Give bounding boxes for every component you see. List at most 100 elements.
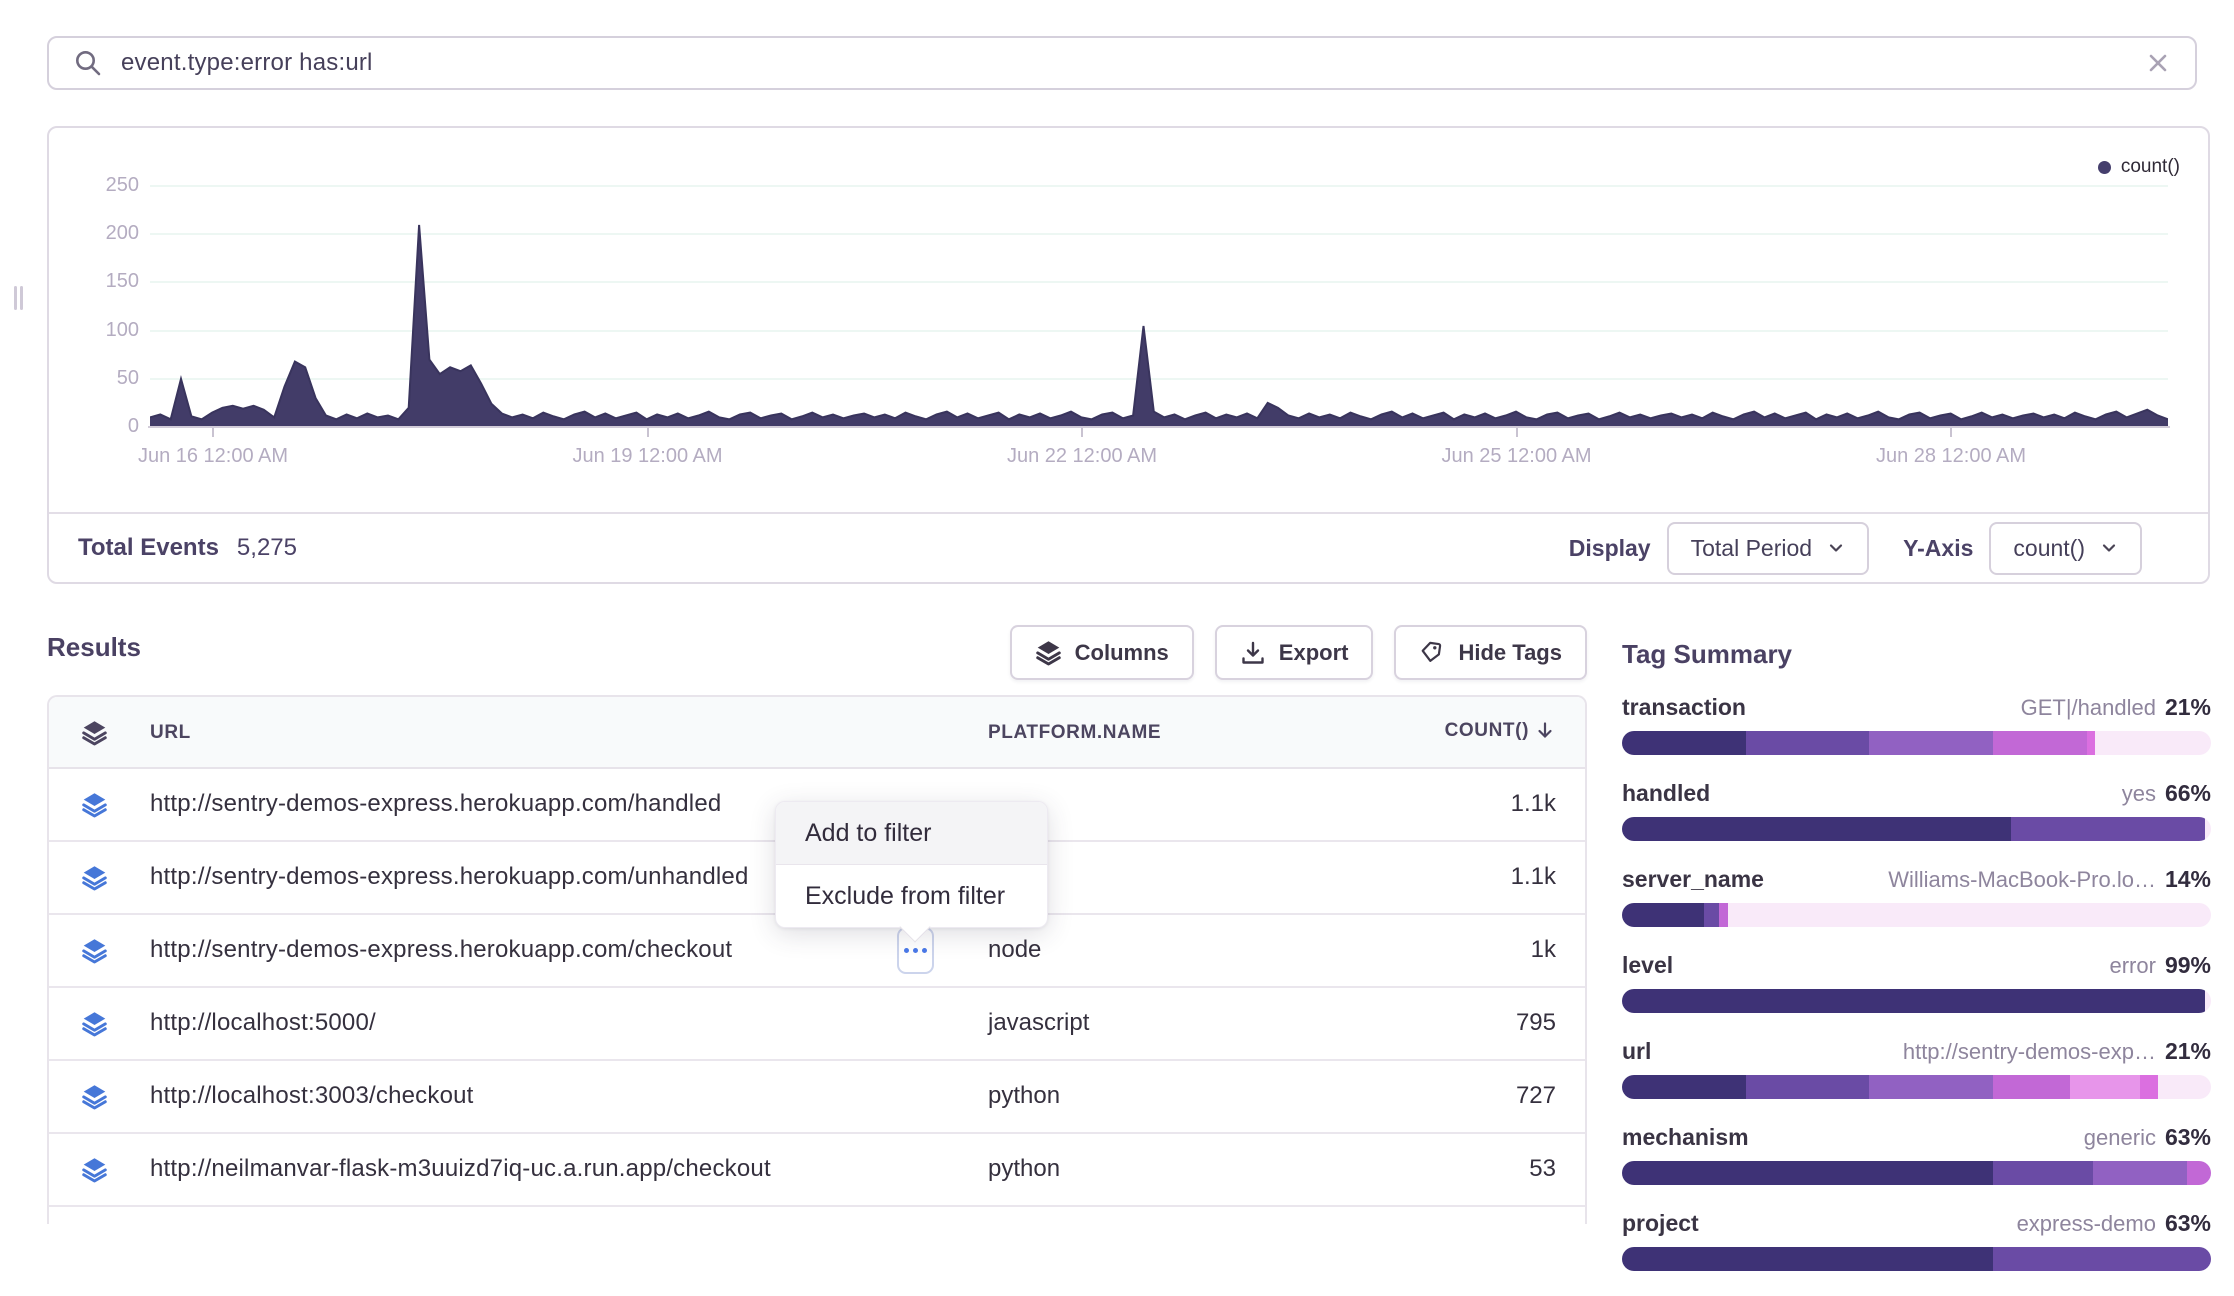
- tag-bar-segment[interactable]: [2205, 989, 2211, 1013]
- platform-cell[interactable]: python: [988, 1155, 1060, 1183]
- tag-bar-segment[interactable]: [2187, 1161, 2211, 1185]
- count-cell[interactable]: 727: [1516, 1082, 1556, 1110]
- menu-item-add-to-filter[interactable]: Add to filter: [776, 802, 1047, 864]
- x-axis-line: [148, 426, 2170, 428]
- tag-bar-segment[interactable]: [1622, 731, 1746, 755]
- url-cell[interactable]: http://neilmanvar-flask-m3uuizd7iq-uc.a.…: [150, 1155, 771, 1183]
- platform-cell[interactable]: python: [988, 1082, 1060, 1110]
- y-axis-tick-label: 200: [55, 222, 139, 245]
- tag-distribution-bar[interactable]: [1622, 1075, 2211, 1099]
- search-input[interactable]: event.type:error has:url: [121, 49, 2145, 77]
- x-axis-tick: [1081, 428, 1083, 437]
- tag-bar-segment[interactable]: [1622, 1075, 1746, 1099]
- tag-distribution-bar[interactable]: [1622, 903, 2211, 927]
- tag-distribution-bar[interactable]: [1622, 817, 2211, 841]
- total-events-label: Total Events: [78, 534, 219, 562]
- stack-icon: [81, 791, 108, 818]
- hide-tags-button[interactable]: Hide Tags: [1394, 625, 1587, 680]
- tag-bar-segment[interactable]: [1993, 1247, 2211, 1271]
- column-header-platform[interactable]: PLATFORM.NAME: [988, 722, 1161, 744]
- tag-bar-segment[interactable]: [1622, 903, 1704, 927]
- tag-bar-segment[interactable]: [1869, 1075, 1993, 1099]
- tag-name: server_name: [1622, 866, 1764, 893]
- x-axis-tick: [1516, 428, 1518, 437]
- url-cell[interactable]: http://sentry-demos-express.herokuapp.co…: [150, 863, 749, 891]
- y-axis-tick-label: 250: [55, 174, 139, 197]
- tag-bar-segment[interactable]: [2158, 1075, 2211, 1099]
- tag-top-value: http://sentry-demos-exp…: [1903, 1039, 2156, 1065]
- tag-bar-segment[interactable]: [1993, 731, 2087, 755]
- tag-bar-segment[interactable]: [2095, 731, 2211, 755]
- column-header-url[interactable]: URL: [150, 722, 191, 744]
- tag-top-value: error: [2110, 953, 2156, 979]
- y-axis-tick-label: 50: [55, 367, 139, 390]
- url-cell[interactable]: http://localhost:3003/checkout: [150, 1082, 474, 1110]
- tag-bar-segment[interactable]: [2205, 817, 2211, 841]
- tag-bar-segment[interactable]: [1869, 731, 1993, 755]
- count-cell[interactable]: 795: [1516, 1009, 1556, 1037]
- tag-name: level: [1622, 952, 1673, 979]
- tag-icon: [1419, 640, 1445, 666]
- panel-resize-handle[interactable]: [14, 286, 23, 310]
- tag-group-transaction: transactionGET|/handled21%: [1622, 694, 2211, 755]
- tag-bar-segment[interactable]: [2087, 731, 2095, 755]
- tag-group-server_name: server_nameWilliams-MacBook-Pro.lo…14%: [1622, 866, 2211, 927]
- x-axis-tick-label: Jun 28 12:00 AM: [1876, 445, 2026, 468]
- tag-distribution-bar[interactable]: [1622, 989, 2211, 1013]
- table-row[interactable]: http://neilmanvar-flask-m3uuizd7iq-uc.a.…: [49, 1134, 1585, 1207]
- tag-bar-segment[interactable]: [2011, 817, 2205, 841]
- table-row[interactable]: http://localhost:5000/javascript 795: [49, 988, 1585, 1061]
- stack-icon: [1035, 639, 1062, 666]
- url-cell[interactable]: http://localhost:5000/: [150, 1009, 376, 1037]
- stack-icon: [81, 1010, 108, 1037]
- clear-search-icon[interactable]: [2145, 50, 2171, 76]
- url-cell[interactable]: http://sentry-demos-express.herokuapp.co…: [150, 936, 732, 964]
- platform-cell[interactable]: node: [988, 936, 1041, 964]
- tag-top-value: express-demo: [2017, 1211, 2156, 1237]
- tag-group-url: urlhttp://sentry-demos-exp…21%: [1622, 1038, 2211, 1099]
- x-axis-tick-label: Jun 22 12:00 AM: [1007, 445, 1157, 468]
- results-table: URL PLATFORM.NAME COUNT() http://sentry-…: [47, 695, 1587, 1224]
- tag-summary-title: Tag Summary: [1622, 639, 2211, 670]
- tag-distribution-bar[interactable]: [1622, 731, 2211, 755]
- tag-bar-segment[interactable]: [2093, 1161, 2187, 1185]
- tag-bar-segment[interactable]: [1993, 1161, 2093, 1185]
- tag-bar-segment[interactable]: [1728, 903, 2211, 927]
- tag-bar-segment[interactable]: [1719, 903, 1728, 927]
- tag-bar-segment[interactable]: [1993, 1075, 2070, 1099]
- tag-bar-segment[interactable]: [1746, 731, 1870, 755]
- sort-desc-arrow-icon: [1534, 720, 1556, 742]
- event-count-area-chart[interactable]: [150, 172, 2168, 427]
- count-cell[interactable]: 1k: [1531, 936, 1556, 964]
- table-row[interactable]: http://localhost:3003/checkout python 727: [49, 1061, 1585, 1134]
- columns-button[interactable]: Columns: [1010, 625, 1194, 680]
- tag-group-mechanism: mechanismgeneric63%: [1622, 1124, 2211, 1185]
- tag-bar-segment[interactable]: [1622, 989, 2205, 1013]
- tag-distribution-bar[interactable]: [1622, 1247, 2211, 1271]
- tag-distribution-bar[interactable]: [1622, 1161, 2211, 1185]
- url-cell[interactable]: http://sentry-demos-express.herokuapp.co…: [150, 790, 721, 818]
- tag-bar-segment[interactable]: [2070, 1075, 2141, 1099]
- count-cell[interactable]: 1.1k: [1511, 790, 1556, 818]
- tag-bar-segment[interactable]: [1704, 903, 1719, 927]
- yaxis-select[interactable]: count(): [1989, 522, 2142, 575]
- count-cell[interactable]: 1.1k: [1511, 863, 1556, 891]
- tag-bar-segment[interactable]: [1622, 817, 2011, 841]
- tag-bar-segment[interactable]: [1622, 1247, 1993, 1271]
- stack-icon: [81, 937, 108, 964]
- results-toolbar: Columns Export Hide Tags: [1050, 625, 1587, 680]
- display-select[interactable]: Total Period: [1667, 522, 1869, 575]
- tag-bar-segment[interactable]: [2140, 1075, 2158, 1099]
- count-cell[interactable]: 53: [1529, 1155, 1556, 1183]
- tag-top-percent: 21%: [2165, 1038, 2211, 1065]
- tag-top-value: yes: [2122, 781, 2156, 807]
- column-header-count[interactable]: COUNT(): [1445, 720, 1556, 742]
- tag-bar-segment[interactable]: [1622, 1161, 1993, 1185]
- platform-cell[interactable]: javascript: [988, 1009, 1089, 1037]
- tag-bar-segment[interactable]: [1746, 1075, 1870, 1099]
- export-button[interactable]: Export: [1215, 625, 1374, 680]
- search-bar[interactable]: event.type:error has:url: [47, 36, 2197, 90]
- tag-group-handled: handledyes66%: [1622, 780, 2211, 841]
- results-title: Results: [47, 632, 141, 663]
- tag-top-value: Williams-MacBook-Pro.lo…: [1888, 867, 2156, 893]
